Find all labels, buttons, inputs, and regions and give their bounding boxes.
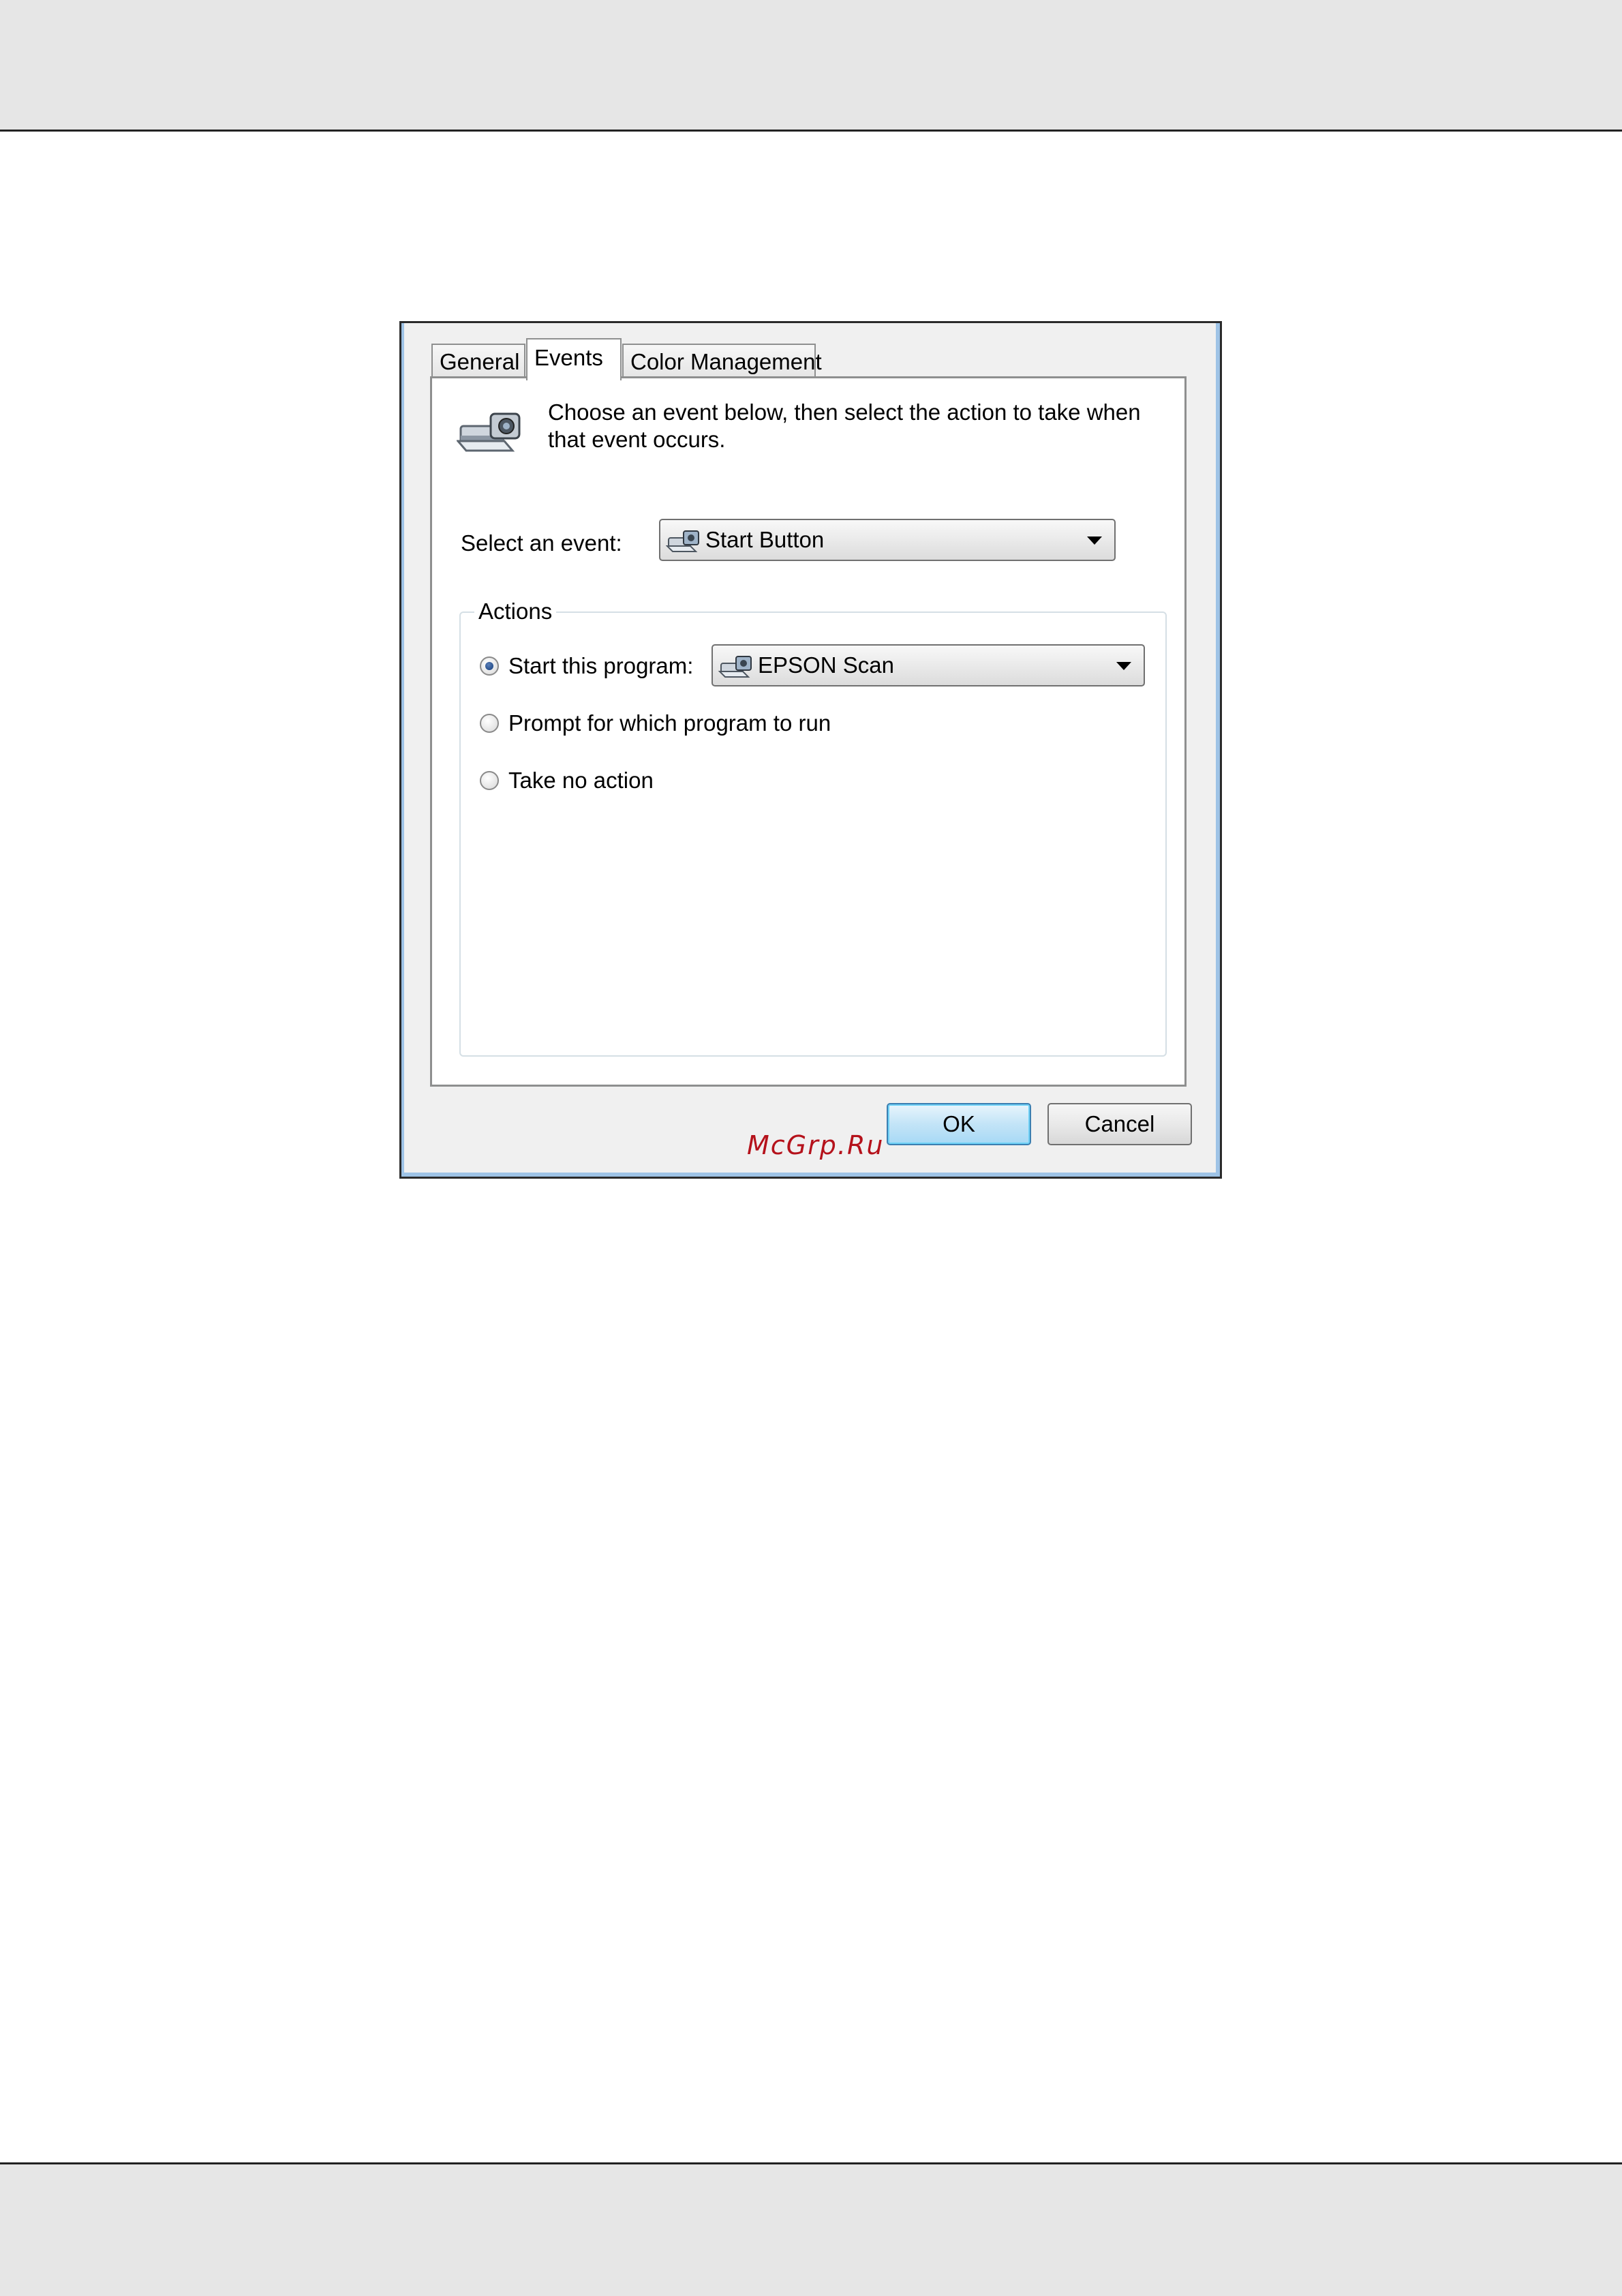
tab-events-label: Events [534, 345, 603, 370]
event-select-value: Start Button [705, 527, 825, 552]
event-select[interactable]: Start Button [659, 519, 1116, 561]
no-action-label: Take no action [508, 768, 654, 793]
program-select[interactable]: EPSON Scan [711, 644, 1145, 686]
tab-general[interactable]: General [431, 344, 525, 379]
tab-events[interactable]: Events [526, 338, 622, 380]
ok-button[interactable]: OK [887, 1103, 1031, 1145]
page-header-band [0, 0, 1622, 132]
tab-general-label: General [440, 349, 520, 374]
prompt-program-option[interactable]: Prompt for which program to run [480, 708, 861, 738]
manual-page: General Events Color Management Choose a… [0, 0, 1622, 2296]
prompt-program-label: Prompt for which program to run [508, 710, 831, 736]
start-program-option[interactable]: Start this program: [480, 651, 698, 681]
select-event-label: Select an event: [461, 530, 622, 556]
events-intro-text: Choose an event below, then select the a… [548, 399, 1141, 452]
watermark-text: McGrp.Ru [747, 1130, 885, 1160]
chevron-down-icon [1087, 537, 1102, 545]
start-program-label: Start this program: [508, 653, 694, 678]
cancel-button[interactable]: Cancel [1047, 1103, 1192, 1145]
scanner-properties-dialog: General Events Color Management Choose a… [399, 321, 1222, 1179]
no-action-radio[interactable] [480, 771, 499, 790]
prompt-program-radio[interactable] [480, 714, 499, 733]
scanner-icon [718, 656, 752, 678]
scanner-icon [666, 530, 699, 552]
tab-color-management-label: Color Management [630, 349, 822, 374]
chevron-down-icon [1116, 662, 1131, 670]
actions-group-title: Actions [474, 596, 557, 626]
actions-groupbox: Actions Start this program: EPSON Scan P… [459, 596, 1167, 1057]
program-select-value: EPSON Scan [758, 652, 894, 678]
start-program-radio[interactable] [480, 656, 499, 676]
scanner-icon [457, 412, 521, 452]
page-footer-band [0, 2162, 1622, 2296]
no-action-option[interactable]: Take no action [480, 766, 684, 796]
tab-color-management[interactable]: Color Management [622, 344, 822, 379]
events-tab-panel: Choose an event below, then select the a… [430, 376, 1187, 1087]
